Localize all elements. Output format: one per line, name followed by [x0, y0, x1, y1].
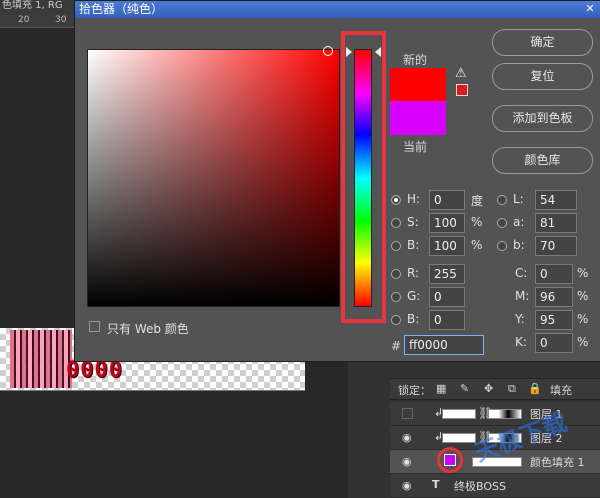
- h-unit: 度: [471, 194, 484, 208]
- web-colors-label: 只有 Web 颜色: [107, 322, 189, 336]
- r-label: R:: [407, 266, 420, 280]
- lock-move-icon[interactable]: ✥: [484, 382, 493, 395]
- radio-blue[interactable]: [391, 315, 401, 325]
- fill-color-swatch-highlight[interactable]: [437, 447, 463, 473]
- blue-label: B:: [407, 312, 420, 326]
- brightness-field[interactable]: 100: [429, 236, 465, 256]
- document-tab[interactable]: 色填充 1, RG: [0, 0, 80, 14]
- c-unit: %: [577, 266, 589, 280]
- h-label: H:: [407, 192, 421, 206]
- b-lab-field[interactable]: 70: [535, 236, 577, 256]
- lock-all-icon[interactable]: 🔒: [528, 382, 542, 395]
- web-colors-checkbox[interactable]: [89, 321, 100, 332]
- k-unit: %: [577, 335, 589, 349]
- blue-field[interactable]: 0: [429, 310, 465, 330]
- y-label: Y:: [515, 312, 525, 326]
- l-field[interactable]: 54: [535, 190, 577, 210]
- layers-lock-row: 锁定： ▦ ✎ ✥ ⧉ 🔒 填充: [390, 378, 600, 400]
- eye-icon[interactable]: ◉: [402, 455, 412, 468]
- radio-b-lab[interactable]: [497, 241, 507, 251]
- a-field[interactable]: 81: [535, 213, 577, 233]
- new-color-label: 新的: [403, 53, 428, 67]
- lock-pixels-icon[interactable]: ▦: [436, 382, 446, 395]
- hue-slider[interactable]: [354, 49, 372, 307]
- y-field[interactable]: 95: [535, 310, 573, 330]
- lock-brush-icon[interactable]: ✎: [460, 382, 469, 395]
- k-field[interactable]: 0: [535, 333, 573, 353]
- gamut-warning-icon: ⚠: [455, 66, 467, 81]
- b-lab-label: b:: [513, 238, 525, 252]
- m-field[interactable]: 96: [535, 287, 573, 307]
- hue-slider-handle-right[interactable]: [375, 47, 381, 57]
- hex-hash-label: #: [391, 339, 402, 353]
- a-label: a:: [513, 215, 525, 229]
- radio-h[interactable]: [391, 195, 401, 205]
- ok-button[interactable]: 确定: [492, 29, 593, 56]
- h-field[interactable]: 0: [429, 190, 465, 210]
- layer-row[interactable]: ◉ T 终极BOSS: [390, 474, 600, 498]
- radio-s[interactable]: [391, 218, 401, 228]
- s-unit: %: [471, 215, 483, 229]
- radio-brightness[interactable]: [391, 241, 401, 251]
- c-field[interactable]: 0: [535, 264, 573, 284]
- color-libraries-button[interactable]: 颜色库: [492, 147, 593, 174]
- brightness-label: B:: [407, 238, 420, 252]
- reset-button[interactable]: 复位: [492, 63, 593, 90]
- l-label: L:: [513, 192, 524, 206]
- lock-artboard-icon[interactable]: ⧉: [508, 382, 516, 396]
- g-label: G:: [407, 289, 421, 303]
- radio-r[interactable]: [391, 269, 401, 279]
- layer-thumbnail: [442, 409, 476, 419]
- eye-icon[interactable]: ◉: [402, 479, 412, 492]
- r-field[interactable]: 255: [429, 264, 465, 284]
- close-icon[interactable]: ✕: [582, 2, 598, 16]
- lock-label: 锁定：: [398, 384, 431, 397]
- color-picker-dialog: 拾色器（纯色） ✕ 新的 当前 ⚠ 确定 复位 添加到色板 颜色库 H: 0 度…: [74, 0, 600, 362]
- current-color-swatch[interactable]: [390, 101, 446, 135]
- text-layer-icon: T: [432, 478, 440, 491]
- add-to-swatches-button[interactable]: 添加到色板: [492, 105, 593, 132]
- layer-name: 终极BOSS: [454, 480, 506, 493]
- k-label: K:: [515, 335, 527, 349]
- pixel-art-character: [10, 330, 72, 388]
- y-unit: %: [577, 312, 589, 326]
- m-unit: %: [577, 289, 589, 303]
- layer-row[interactable]: ↲ ⛓ 图层 1: [390, 402, 600, 426]
- fill-label: 填充: [550, 384, 572, 397]
- visibility-toggle-off[interactable]: [402, 408, 413, 419]
- brightness-unit: %: [471, 238, 483, 252]
- color-field-cursor[interactable]: [323, 46, 333, 56]
- color-field[interactable]: [87, 49, 340, 307]
- s-label: S:: [407, 215, 419, 229]
- gamut-correction-swatch[interactable]: [456, 84, 468, 96]
- current-color-label: 当前: [403, 140, 428, 154]
- hex-input[interactable]: ff0000: [404, 335, 484, 355]
- dialog-title: 拾色器（纯色）: [79, 2, 164, 16]
- radio-g[interactable]: [391, 292, 401, 302]
- ruler-tick: 30: [55, 15, 67, 25]
- radio-a[interactable]: [497, 218, 507, 228]
- s-field[interactable]: 100: [429, 213, 465, 233]
- fill-color-swatch[interactable]: [444, 454, 456, 466]
- g-field[interactable]: 0: [429, 287, 465, 307]
- dialog-titlebar[interactable]: 拾色器（纯色） ✕: [75, 1, 600, 18]
- eye-icon[interactable]: ◉: [402, 431, 412, 444]
- new-color-swatch: [390, 68, 446, 101]
- radio-l[interactable]: [497, 195, 507, 205]
- ruler-tick: 20: [18, 15, 30, 25]
- m-label: M:: [515, 289, 530, 303]
- layer-name: 颜色填充 1: [530, 456, 585, 469]
- hue-slider-handle-left[interactable]: [346, 47, 352, 57]
- c-label: C:: [515, 266, 528, 280]
- ruler: 20 30: [0, 14, 80, 28]
